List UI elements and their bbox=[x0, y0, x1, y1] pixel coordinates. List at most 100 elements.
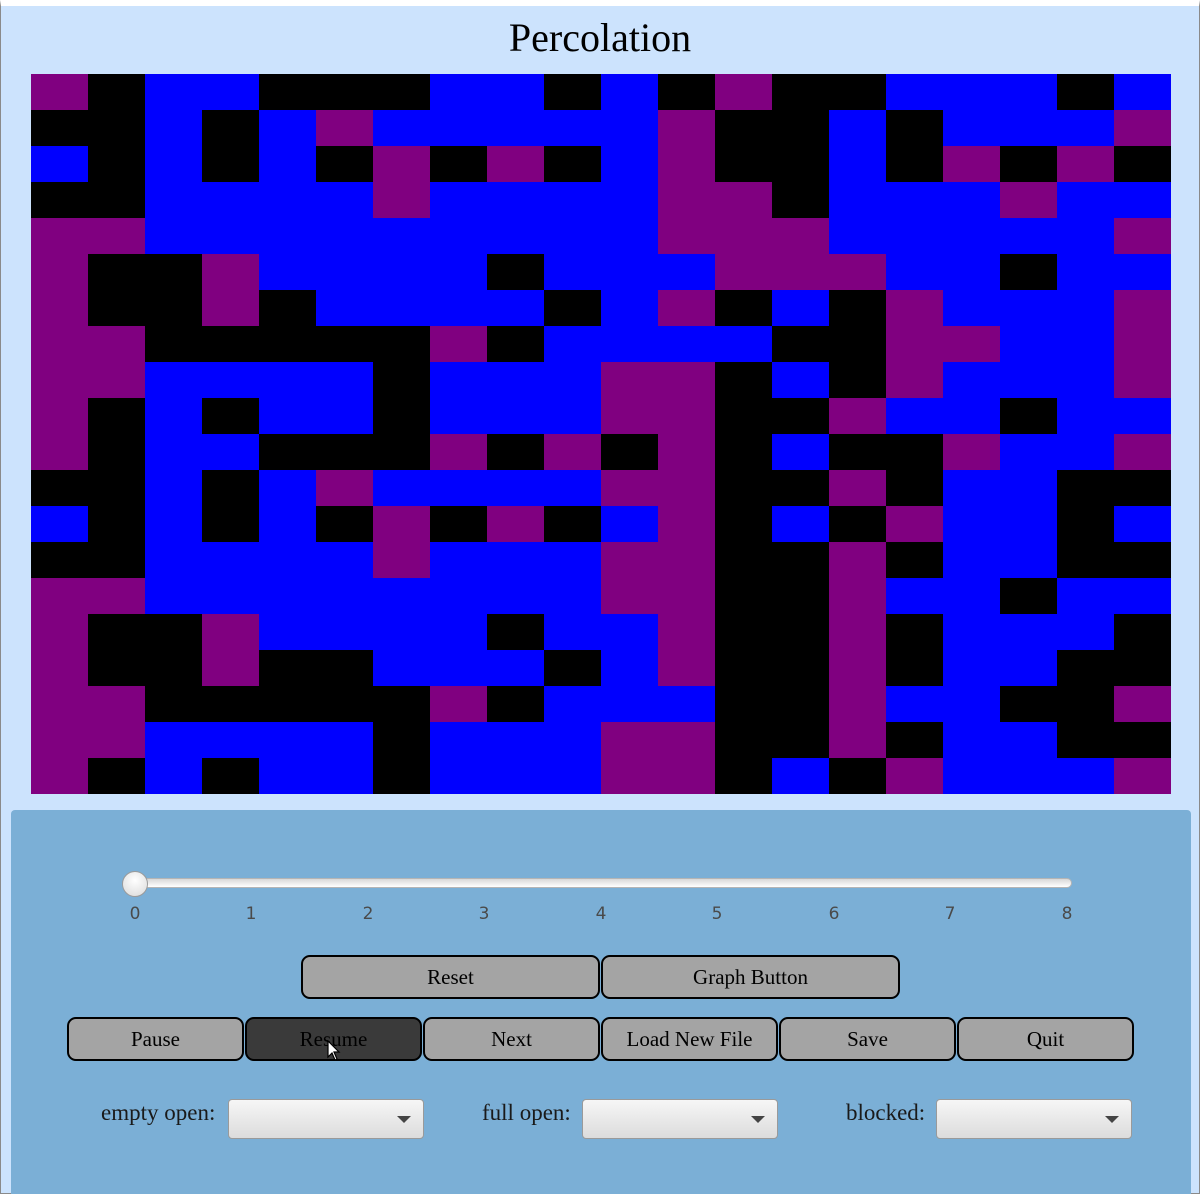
grid-cell bbox=[487, 650, 544, 686]
grid-cell bbox=[430, 398, 487, 434]
grid-cell bbox=[829, 686, 886, 722]
grid-cell bbox=[31, 758, 88, 794]
grid-cell bbox=[487, 74, 544, 110]
grid-cell bbox=[259, 398, 316, 434]
grid-cell bbox=[487, 218, 544, 254]
grid-cell bbox=[1114, 758, 1171, 794]
mouse-cursor-icon bbox=[327, 1040, 341, 1061]
grid-cell bbox=[316, 686, 373, 722]
grid-cell bbox=[487, 470, 544, 506]
grid-cell bbox=[1057, 758, 1114, 794]
next-button[interactable]: Next bbox=[423, 1017, 600, 1061]
grid-cell bbox=[88, 722, 145, 758]
grid-cell bbox=[1000, 326, 1057, 362]
grid-cell bbox=[544, 614, 601, 650]
grid-cell bbox=[259, 650, 316, 686]
slider-tick-label: 7 bbox=[944, 904, 956, 924]
grid-cell bbox=[829, 110, 886, 146]
grid-cell bbox=[145, 218, 202, 254]
grid-cell bbox=[1057, 110, 1114, 146]
grid-cell bbox=[487, 722, 544, 758]
grid-cell bbox=[1000, 398, 1057, 434]
grid-cell bbox=[544, 398, 601, 434]
grid-cell bbox=[943, 506, 1000, 542]
grid-cell bbox=[829, 146, 886, 182]
grid-cell bbox=[202, 110, 259, 146]
grid-cell bbox=[1000, 290, 1057, 326]
speed-slider-track[interactable] bbox=[124, 878, 1072, 888]
grid-cell bbox=[202, 290, 259, 326]
grid-cell bbox=[202, 146, 259, 182]
grid-cell bbox=[259, 614, 316, 650]
graph-button[interactable]: Graph Button bbox=[601, 955, 900, 999]
grid-cell bbox=[943, 398, 1000, 434]
reset-button[interactable]: Reset bbox=[301, 955, 600, 999]
speed-slider-thumb[interactable] bbox=[122, 871, 148, 897]
grid-cell bbox=[544, 362, 601, 398]
grid-cell bbox=[259, 434, 316, 470]
grid-cell bbox=[373, 722, 430, 758]
grid-cell bbox=[31, 74, 88, 110]
grid-cell bbox=[88, 398, 145, 434]
grid-cell bbox=[487, 434, 544, 470]
grid-cell bbox=[772, 470, 829, 506]
grid-cell bbox=[658, 758, 715, 794]
grid-cell bbox=[715, 722, 772, 758]
grid-cell bbox=[1114, 362, 1171, 398]
grid-cell bbox=[1057, 146, 1114, 182]
grid-cell bbox=[145, 722, 202, 758]
empty-open-color-select[interactable] bbox=[228, 1099, 424, 1139]
grid-cell bbox=[943, 254, 1000, 290]
grid-cell bbox=[202, 686, 259, 722]
grid-cell bbox=[430, 74, 487, 110]
grid-cell bbox=[31, 254, 88, 290]
grid-cell bbox=[1057, 290, 1114, 326]
quit-button[interactable]: Quit bbox=[957, 1017, 1134, 1061]
pause-button[interactable]: Pause bbox=[67, 1017, 244, 1061]
grid-cell bbox=[373, 506, 430, 542]
grid-cell bbox=[658, 182, 715, 218]
grid-cell bbox=[202, 362, 259, 398]
grid-cell bbox=[145, 614, 202, 650]
grid-cell bbox=[88, 686, 145, 722]
grid-cell bbox=[658, 110, 715, 146]
grid-cell bbox=[373, 758, 430, 794]
grid-cell bbox=[316, 398, 373, 434]
grid-cell bbox=[259, 686, 316, 722]
grid-cell bbox=[88, 614, 145, 650]
grid-cell bbox=[772, 290, 829, 326]
full-open-color-select[interactable] bbox=[582, 1099, 778, 1139]
load-new-file-button[interactable]: Load New File bbox=[601, 1017, 778, 1061]
grid-cell bbox=[1114, 686, 1171, 722]
grid-cell bbox=[715, 506, 772, 542]
grid-cell bbox=[1114, 74, 1171, 110]
grid-cell bbox=[829, 182, 886, 218]
grid-cell bbox=[316, 110, 373, 146]
grid-cell bbox=[259, 74, 316, 110]
grid-cell bbox=[373, 398, 430, 434]
grid-cell bbox=[31, 578, 88, 614]
grid-cell bbox=[886, 218, 943, 254]
grid-cell bbox=[658, 74, 715, 110]
grid-cell bbox=[259, 182, 316, 218]
grid-cell bbox=[829, 218, 886, 254]
chevron-down-icon bbox=[397, 1116, 411, 1123]
grid-cell bbox=[943, 722, 1000, 758]
grid-cell bbox=[886, 110, 943, 146]
grid-cell bbox=[373, 470, 430, 506]
grid-cell bbox=[715, 650, 772, 686]
grid-cell bbox=[772, 218, 829, 254]
grid-cell bbox=[1114, 722, 1171, 758]
grid-cell bbox=[88, 362, 145, 398]
grid-cell bbox=[943, 578, 1000, 614]
grid-cell bbox=[601, 218, 658, 254]
save-button[interactable]: Save bbox=[779, 1017, 956, 1061]
grid-cell bbox=[658, 218, 715, 254]
grid-cell bbox=[886, 506, 943, 542]
grid-cell bbox=[544, 182, 601, 218]
grid-cell bbox=[715, 542, 772, 578]
grid-cell bbox=[943, 326, 1000, 362]
blocked-color-select[interactable] bbox=[936, 1099, 1132, 1139]
grid-cell bbox=[88, 254, 145, 290]
grid-cell bbox=[430, 182, 487, 218]
